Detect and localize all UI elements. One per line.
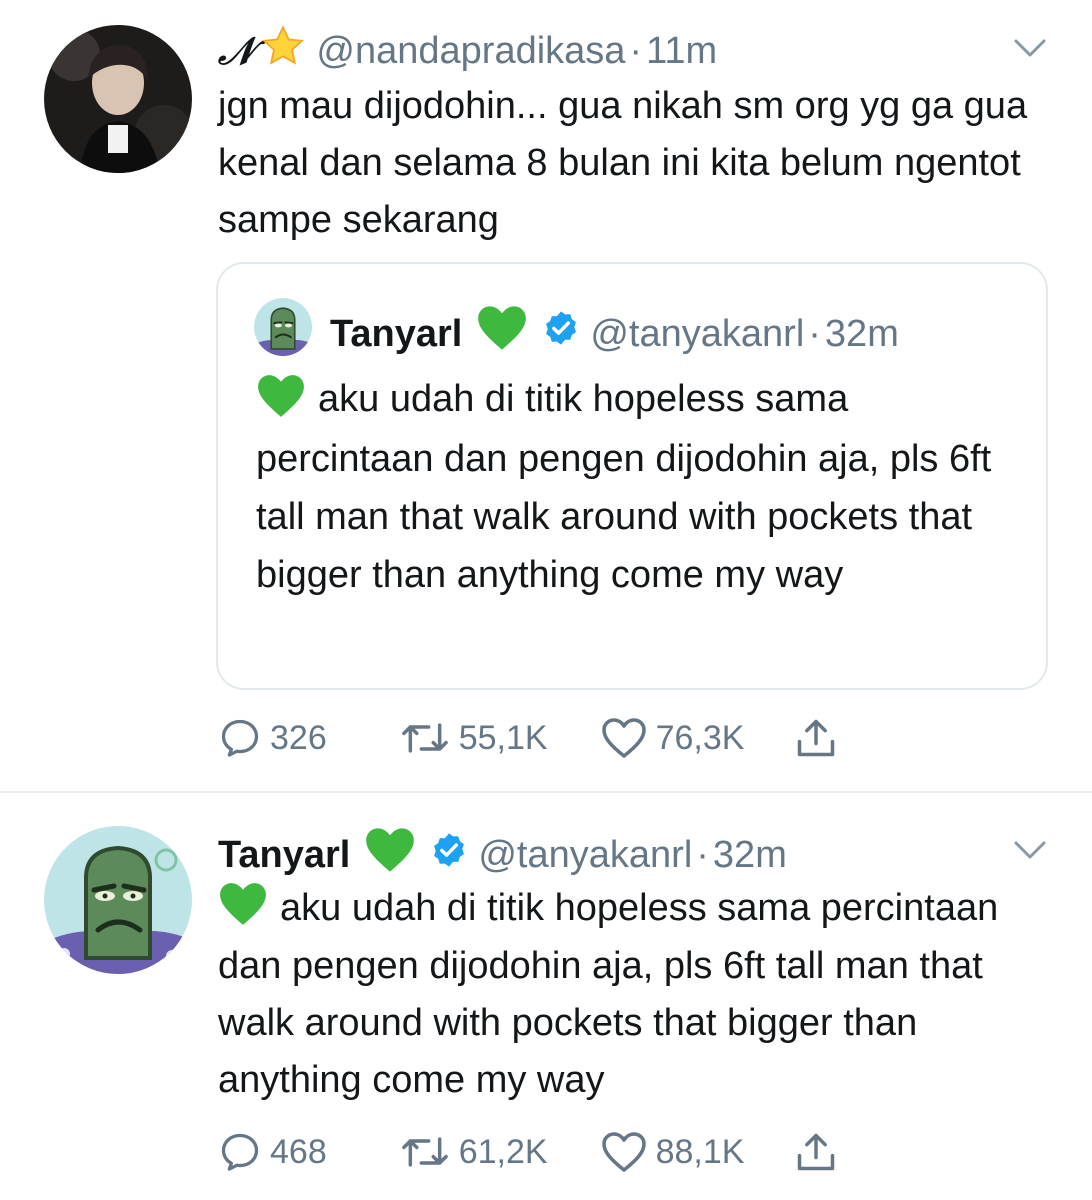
author-name[interactable]: 𝒩 — [218, 29, 254, 73]
author-name[interactable]: Tanyarl — [218, 833, 350, 877]
green-heart-icon — [256, 372, 306, 430]
separator-dot: · — [808, 312, 821, 355]
verified-badge-icon — [542, 309, 580, 358]
separator-dot: · — [696, 834, 709, 876]
share-icon — [794, 1130, 838, 1174]
quoted-tweet[interactable]: Tanyarl @tanyakanrl · 32m aku udah di ti… — [216, 262, 1048, 690]
reply-icon — [218, 1130, 262, 1174]
like-count: 88,1K — [655, 1132, 745, 1171]
like-button[interactable]: 88,1K — [600, 1130, 745, 1174]
like-count: 76,3K — [655, 718, 745, 757]
share-button[interactable] — [794, 1130, 838, 1174]
retweet-button[interactable]: 61,2K — [399, 1130, 548, 1174]
verified-badge-icon — [430, 831, 468, 879]
author-handle[interactable]: @tanyakanrl — [478, 833, 692, 877]
retweet-icon — [399, 1130, 451, 1174]
chevron-down-icon[interactable] — [1012, 832, 1048, 868]
tweet-header: 𝒩 @nandapradikasa · 11m — [218, 24, 717, 78]
quoted-author-avatar[interactable] — [254, 298, 312, 356]
tweet-text: aku udah di titik hopeless sama percinta… — [218, 887, 999, 1102]
tweet-actions: 326 55,1K 76,3K — [218, 716, 838, 760]
retweet-icon — [399, 716, 451, 760]
green-heart-icon — [476, 304, 528, 363]
tweet[interactable]: 𝒩 @nandapradikasa · 11m jgn mau dijodohi… — [0, 0, 1092, 792]
green-heart-icon — [364, 826, 416, 884]
heart-outline-icon — [600, 1130, 648, 1174]
reply-count: 468 — [270, 1132, 327, 1171]
tweet-text-block: aku udah di titik hopeless sama percinta… — [218, 880, 1058, 1109]
author-handle[interactable]: @nandapradikasa — [316, 29, 625, 73]
author-avatar[interactable] — [44, 826, 192, 974]
quoted-tweet-text: aku udah di titik hopeless sama percinta… — [256, 378, 992, 596]
like-button[interactable]: 76,3K — [600, 716, 745, 760]
retweet-count: 55,1K — [458, 718, 548, 757]
quoted-tweet-header: Tanyarl @tanyakanrl · 32m — [330, 304, 899, 363]
reply-count: 326 — [270, 718, 327, 757]
quoted-author-handle[interactable]: @tanyakanrl — [590, 311, 804, 357]
separator-dot: · — [629, 30, 643, 72]
tweet-text: jgn mau dijodohin... gua nikah sm org yg… — [218, 85, 1028, 241]
reply-button[interactable]: 326 — [218, 716, 327, 760]
green-heart-icon — [218, 881, 268, 938]
quoted-author-name[interactable]: Tanyarl — [330, 311, 462, 357]
quoted-tweet-text-block: aku udah di titik hopeless sama percinta… — [256, 370, 1026, 604]
heart-outline-icon — [600, 716, 648, 760]
tweet-time[interactable]: 32m — [713, 833, 787, 877]
share-button[interactable] — [794, 716, 838, 760]
tweet-actions: 468 61,2K 88,1K — [218, 1130, 838, 1174]
share-icon — [794, 716, 838, 760]
reply-button[interactable]: 468 — [218, 1130, 327, 1174]
reply-icon — [218, 716, 262, 760]
tweet[interactable]: Tanyarl @tanyakanrl · 32m aku udah di ti… — [0, 792, 1092, 1200]
retweet-button[interactable]: 55,1K — [399, 716, 548, 760]
chevron-down-icon[interactable] — [1012, 30, 1048, 66]
retweet-count: 61,2K — [458, 1132, 548, 1171]
tweet-header: Tanyarl @tanyakanrl · 32m — [218, 826, 787, 884]
tweet-time[interactable]: 11m — [646, 29, 717, 73]
quoted-tweet-time[interactable]: 32m — [825, 311, 899, 357]
author-avatar[interactable] — [44, 25, 192, 173]
star-icon — [260, 24, 306, 78]
